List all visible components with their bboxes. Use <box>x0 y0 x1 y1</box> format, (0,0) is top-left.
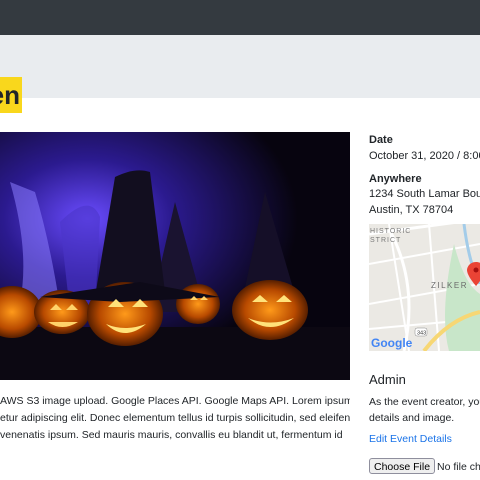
description-line: venenatis ipsum. Sed mauris mauris, conv… <box>0 429 343 441</box>
description-line: etur adipiscing elit. Donec elementum te… <box>0 412 350 424</box>
event-map[interactable]: HISTORIC STRICT ZILKER 343 Google <box>369 224 480 351</box>
choose-file-button[interactable]: Choose File <box>369 458 436 474</box>
map-canvas: HISTORIC STRICT ZILKER 343 Google <box>369 224 480 351</box>
admin-text-line: details and image. <box>369 412 455 424</box>
event-description: AWS S3 image upload. Google Places API. … <box>0 393 350 444</box>
event-title: en <box>0 80 20 110</box>
map-label-district: STRICT <box>370 237 401 244</box>
no-file-chosen-text: No file cho <box>437 461 480 473</box>
image-file-input[interactable]: Choose FileNo file cho <box>369 458 480 476</box>
page-header-band <box>0 35 480 98</box>
date-label: Date <box>369 134 393 146</box>
date-value: October 31, 2020 / 8:00 <box>369 150 480 162</box>
address-line-1: 1234 South Lamar Boule <box>369 188 480 200</box>
address-line-2: Austin, TX 78704 <box>369 204 454 216</box>
event-title-highlight: en <box>0 77 22 113</box>
edit-event-details-link[interactable]: Edit Event Details <box>369 433 452 445</box>
top-navbar <box>0 0 480 35</box>
event-image <box>0 132 350 380</box>
admin-description: As the event creator, you details and im… <box>369 394 480 426</box>
google-logo: Google <box>371 336 413 350</box>
admin-heading: Admin <box>369 372 406 387</box>
map-label-zilker: ZILKER <box>431 281 468 290</box>
location-name: Anywhere <box>369 173 422 185</box>
halloween-pumpkins-image <box>0 132 350 380</box>
description-line: AWS S3 image upload. Google Places API. … <box>0 395 350 407</box>
admin-text-line: As the event creator, you <box>369 396 480 408</box>
route-number: 343 <box>417 331 426 337</box>
map-label-historic: HISTORIC <box>370 228 411 235</box>
